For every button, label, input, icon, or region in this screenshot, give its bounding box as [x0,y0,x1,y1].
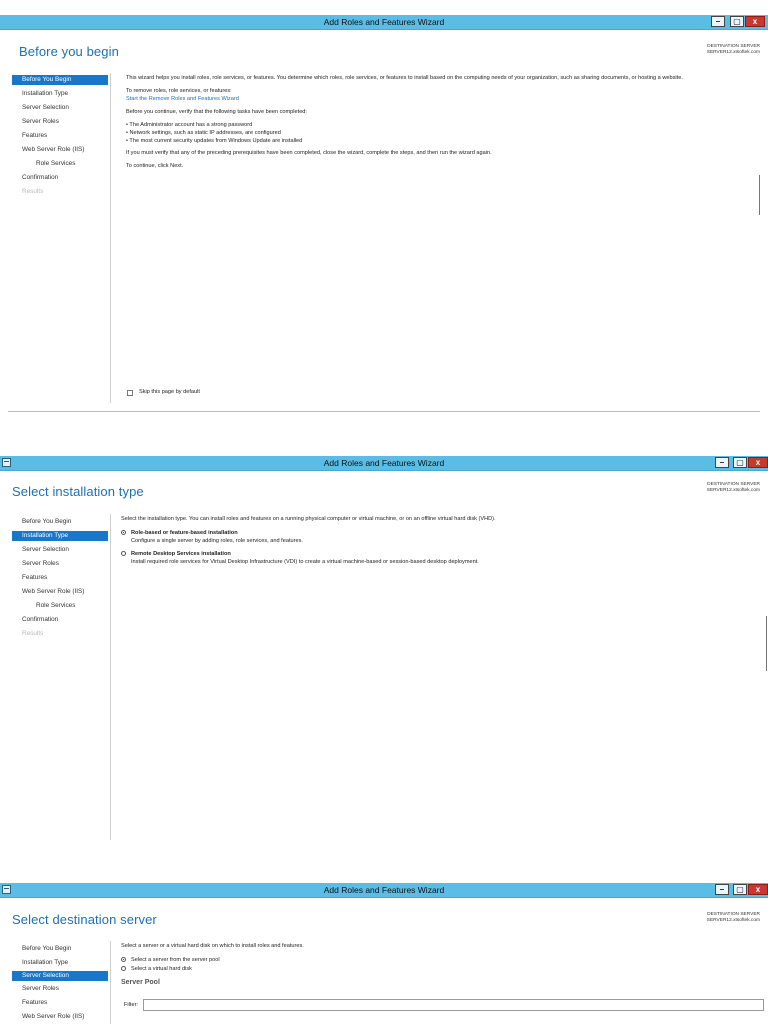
restore-button[interactable]: ▢ [733,884,747,895]
divider [8,411,760,412]
nav-features[interactable]: Features [12,573,108,583]
content-area: This wizard helps you install roles, rol… [126,74,760,170]
scrollbar[interactable] [766,616,767,671]
nav-server-selection[interactable]: Server Selection [12,103,108,113]
nav-role-services[interactable]: Role Services [12,159,108,169]
wizard-nav: Before You Begin Installation Type Serve… [0,73,111,403]
vhd-radio[interactable] [121,966,126,971]
nav-role-services[interactable]: Role Services [12,601,108,611]
wizard-nav: Before You Begin Installation Type Serve… [0,941,111,1024]
close-button[interactable]: x [745,16,765,27]
title-bar[interactable]: Add Roles and Features Wizard – ▢ x [0,456,768,471]
nav-features[interactable]: Features [12,998,108,1008]
wizard-window-before-you-begin: Add Roles and Features Wizard – ▢ x Befo… [0,15,768,415]
nav-installation-type[interactable]: Installation Type [12,89,108,99]
server-pool-label: Server Pool [121,979,160,986]
restore-button[interactable]: ▢ [733,457,747,468]
wizard-nav: Before You Begin Installation Type Serve… [0,514,111,840]
nav-server-selection[interactable]: Server Selection [12,971,108,981]
window-title: Add Roles and Features Wizard [323,885,445,895]
nav-confirmation[interactable]: Confirmation [12,615,108,625]
remote-desktop-option[interactable]: Remote Desktop Services installation Ins… [121,550,760,566]
title-bar[interactable]: Add Roles and Features Wizard – ▢ x [0,883,768,898]
content-area: Select a server or a virtual hard disk o… [121,942,760,987]
role-based-option[interactable]: Role-based or feature-based installation… [121,529,760,545]
nav-web-server-role[interactable]: Web Server Role (IIS) [12,145,108,155]
prereq-text: If you must verify that any of the prece… [126,150,492,156]
minimize-button[interactable]: – [711,16,725,27]
server-pool-radio[interactable] [121,957,126,962]
window-title: Add Roles and Features Wizard [323,458,445,468]
nav-installation-type[interactable]: Installation Type [12,958,108,968]
remote-desktop-desc: Install required role services for Virtu… [131,559,479,565]
bullet-item: • The Administrator account has a strong… [126,122,253,128]
bullet-item: • Network settings, such as static IP ad… [126,130,281,136]
intro-text: Select a server or a virtual hard disk o… [121,943,304,949]
skip-page-checkbox[interactable] [127,390,133,396]
remove-text: To remove roles, role services, or featu… [126,88,232,94]
role-based-desc: Configure a single server by adding role… [131,538,303,544]
page-title: Select destination server [12,912,157,927]
page-title: Select installation type [12,484,144,499]
nav-server-selection[interactable]: Server Selection [12,545,108,555]
nav-before-you-begin[interactable]: Before You Begin [12,517,108,527]
vhd-option-label: Select a virtual hard disk [131,966,192,972]
destination-server-info: DESTINATION SERVER SERVER12.xtsoftek.com [707,912,760,924]
nav-web-server-role[interactable]: Web Server Role (IIS) [12,587,108,597]
window-title: Add Roles and Features Wizard [323,17,445,27]
remote-desktop-title: Remote Desktop Services installation [131,551,231,557]
verify-text: Before you continue, verify that the fol… [126,109,307,115]
remote-desktop-radio[interactable] [121,551,126,556]
filter-label: Filter: [124,1002,138,1008]
bullet-item: • The most current security updates from… [126,138,303,144]
nav-confirmation[interactable]: Confirmation [12,173,108,183]
restore-button[interactable]: ▢ [730,16,744,27]
content-area: Select the installation type. You can in… [121,515,760,566]
role-based-title: Role-based or feature-based installation [131,530,238,536]
close-button[interactable]: x [748,884,768,895]
server-pool-option-label: Select a server from the server pool [131,957,220,963]
title-bar[interactable]: Add Roles and Features Wizard – ▢ x [0,15,768,30]
server-pool-option[interactable]: Select a server from the server pool [121,956,760,964]
minimize-button[interactable]: – [715,884,729,895]
destination-server-name: SERVER12.xtsoftek.com [706,918,760,923]
intro-text: Select the installation type. You can in… [121,516,496,522]
role-based-radio[interactable] [121,530,126,535]
wizard-window-server-selection: Add Roles and Features Wizard – ▢ x Sele… [0,883,768,1024]
intro-text: This wizard helps you install roles, rol… [126,75,683,81]
nav-server-roles[interactable]: Server Roles [12,117,108,127]
page-title: Before you begin [19,44,119,59]
scrollbar[interactable] [759,175,760,215]
nav-before-you-begin[interactable]: Before You Begin [12,944,108,954]
nav-web-server-role[interactable]: Web Server Role (IIS) [12,1012,108,1022]
nav-before-you-begin[interactable]: Before You Begin [12,75,108,85]
nav-installation-type[interactable]: Installation Type [12,531,108,541]
nav-results: Results [22,188,44,195]
nav-server-roles[interactable]: Server Roles [12,559,108,569]
destination-server-name: SERVER12.xtsoftek.com [706,50,760,55]
continue-text: To continue, click Next. [126,163,184,169]
filter-input[interactable] [143,999,764,1011]
close-button[interactable]: x [748,457,768,468]
destination-server-info: DESTINATION SERVER SERVER12.xtsoftek.com [707,482,760,494]
remove-wizard-link[interactable]: Start the Remove Roles and Features Wiza… [126,95,760,103]
nav-results: Results [22,630,44,637]
nav-server-roles[interactable]: Server Roles [12,984,108,994]
wizard-window-installation-type: Add Roles and Features Wizard – ▢ x Sele… [0,456,768,840]
minimize-button[interactable]: – [715,457,729,468]
skip-page-label: Skip this page by default [139,389,200,395]
nav-features[interactable]: Features [12,131,108,141]
vhd-option[interactable]: Select a virtual hard disk [121,965,760,973]
destination-server-info: DESTINATION SERVER SERVER12.xtsoftek.com [707,44,760,56]
destination-server-name: SERVER12.xtsoftek.com [706,488,760,493]
